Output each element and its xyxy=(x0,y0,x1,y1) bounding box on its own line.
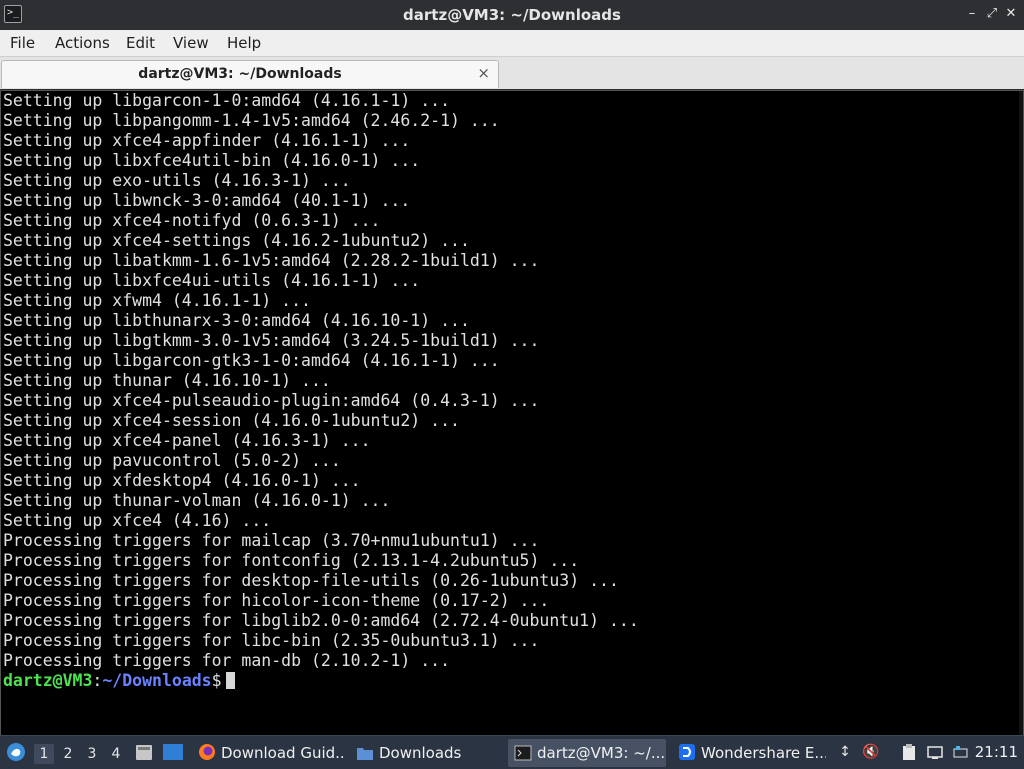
network-icon[interactable] xyxy=(926,743,944,761)
terminal-icon xyxy=(514,742,532,761)
tab-bar: dartz@VM3: ~/Downloads × xyxy=(0,57,1024,89)
terminal-scrollbar[interactable] xyxy=(1019,91,1023,735)
terminal-line: Processing triggers for libglib2.0-0:amd… xyxy=(3,611,639,630)
terminal-line: Setting up xfce4-appfinder (4.16.1-1) ..… xyxy=(3,131,411,150)
terminal-line: Setting up xfce4-notifyd (0.6.3-1) ... xyxy=(3,211,381,230)
terminal-line: Setting up exo-utils (4.16.3-1) ... xyxy=(3,171,351,190)
clipboard-icon[interactable] xyxy=(900,743,918,761)
terminal-line: Setting up xfwm4 (4.16.1-1) ... xyxy=(3,291,311,310)
task-downloads-folder[interactable]: Downloads xyxy=(350,739,500,767)
terminal-line: Setting up xfce4-settings (4.16.2-1ubunt… xyxy=(3,231,470,250)
whisker-menu-icon[interactable] xyxy=(6,742,26,762)
terminal-line: Setting up xfce4-panel (4.16.3-1) ... xyxy=(3,431,371,450)
terminal-line: Setting up xfdesktop4 (4.16.0-1) ... xyxy=(3,471,361,490)
window-titlebar[interactable]: >_ dartz@VM3: ~/Downloads – ⤢ ✕ xyxy=(0,0,1024,31)
terminal-line: Setting up libatkmm-1.6-1v5:amd64 (2.28.… xyxy=(3,251,540,270)
prompt-symbol: $ xyxy=(211,671,222,690)
terminal-prompt-line[interactable]: dartz@VM3:~/Downloads$ xyxy=(3,671,639,691)
terminal-line: Setting up thunar (4.16.10-1) ... xyxy=(3,371,331,390)
wondershare-icon xyxy=(678,742,696,760)
terminal-line: Setting up xfce4 (4.16) ... xyxy=(3,511,272,530)
task-label: Wondershare E... xyxy=(701,744,826,762)
terminal-line: Setting up libthunarx-3-0:amd64 (4.16.10… xyxy=(3,311,470,330)
terminal-line: Processing triggers for fontconfig (2.13… xyxy=(3,551,580,570)
terminal-line: Processing triggers for desktop-file-uti… xyxy=(3,571,619,590)
menu-actions[interactable]: Actions xyxy=(53,34,112,52)
menu-help[interactable]: Help xyxy=(225,34,263,52)
task-terminal[interactable]: dartz@VM3: ~/... xyxy=(508,739,666,767)
terminal-lines: Setting up libgarcon-1-0:amd64 (4.16.1-1… xyxy=(3,91,639,691)
show-desktop-icon[interactable] xyxy=(162,743,184,761)
task-label: dartz@VM3: ~/... xyxy=(537,744,666,762)
power-manager-icon[interactable] xyxy=(952,743,970,761)
tab-label: dartz@VM3: ~/Downloads xyxy=(138,66,342,82)
menu-view[interactable]: View xyxy=(171,34,211,52)
terminal-line: Setting up xfce4-session (4.16.0-1ubuntu… xyxy=(3,411,460,430)
terminal-line: Setting up libgtkmm-3.0-1v5:amd64 (3.24.… xyxy=(3,331,540,350)
workspace-1[interactable]: 1 xyxy=(34,744,54,764)
task-wondershare[interactable]: Wondershare E... xyxy=(672,739,826,767)
terminal-line: Setting up pavucontrol (5.0-2) ... xyxy=(3,451,341,470)
terminal-line: Processing triggers for man-db (2.10.2-1… xyxy=(3,651,451,670)
terminal-line: Setting up libgarcon-1-0:amd64 (4.16.1-1… xyxy=(3,91,451,110)
text-cursor xyxy=(225,672,235,689)
close-icon[interactable]: ✕ xyxy=(1003,6,1019,22)
firefox-icon xyxy=(198,742,216,760)
terminal-line: Setting up libpangomm-1.4-1v5:amd64 (2.4… xyxy=(3,111,500,130)
prompt-colon: : xyxy=(92,671,103,690)
terminal-line: Setting up thunar-volman (4.16.0-1) ... xyxy=(3,491,391,510)
workspace-4[interactable]: 4 xyxy=(106,744,126,764)
taskbar-panel: 1 2 3 4 Download Guid... Downloads dartz… xyxy=(0,735,1024,769)
workspace-3[interactable]: 3 xyxy=(82,744,102,764)
task-label: Download Guid... xyxy=(221,744,344,762)
terminal-line: Processing triggers for libc-bin (2.35-0… xyxy=(3,631,540,650)
prompt-user-host: dartz@VM3 xyxy=(3,671,93,690)
menu-edit[interactable]: Edit xyxy=(124,34,157,52)
file-manager-launcher-icon[interactable] xyxy=(134,742,154,762)
task-label: Downloads xyxy=(379,744,462,762)
menubar: File Actions Edit View Help xyxy=(0,30,1024,57)
prompt-path: ~/Downloads xyxy=(102,671,212,690)
clock[interactable]: 21:11 xyxy=(975,743,1018,761)
terminal-line: Setting up libxfce4ui-utils (4.16.1-1) .… xyxy=(3,271,421,290)
task-firefox[interactable]: Download Guid... xyxy=(192,739,344,767)
terminal-line: Setting up xfce4-pulseaudio-plugin:amd64… xyxy=(3,391,540,410)
tab-close-icon[interactable]: × xyxy=(477,64,490,82)
window-title: dartz@VM3: ~/Downloads xyxy=(403,6,621,24)
terminal-output[interactable]: Setting up libgarcon-1-0:amd64 (4.16.1-1… xyxy=(0,90,1024,736)
volume-muted-icon[interactable]: 🔇 xyxy=(862,743,880,761)
workspace-2[interactable]: 2 xyxy=(58,744,78,764)
tab-terminal[interactable]: dartz@VM3: ~/Downloads × xyxy=(1,60,499,88)
folder-icon xyxy=(356,742,374,760)
terminal-line: Setting up libgarcon-gtk3-1-0:amd64 (4.1… xyxy=(3,351,500,370)
terminal-line: Processing triggers for hicolor-icon-the… xyxy=(3,591,550,610)
terminal-line: Processing triggers for mailcap (3.70+nm… xyxy=(3,531,540,550)
maximize-icon[interactable]: ⤢ xyxy=(984,6,1000,22)
panel-scroll-icon[interactable]: ↕ xyxy=(836,743,854,761)
menu-file[interactable]: File xyxy=(8,34,37,52)
minimize-icon[interactable]: – xyxy=(964,6,980,22)
terminal-line: Setting up libxfce4util-bin (4.16.0-1) .… xyxy=(3,151,421,170)
terminal-line: Setting up libwnck-3-0:amd64 (40.1-1) ..… xyxy=(3,191,411,210)
